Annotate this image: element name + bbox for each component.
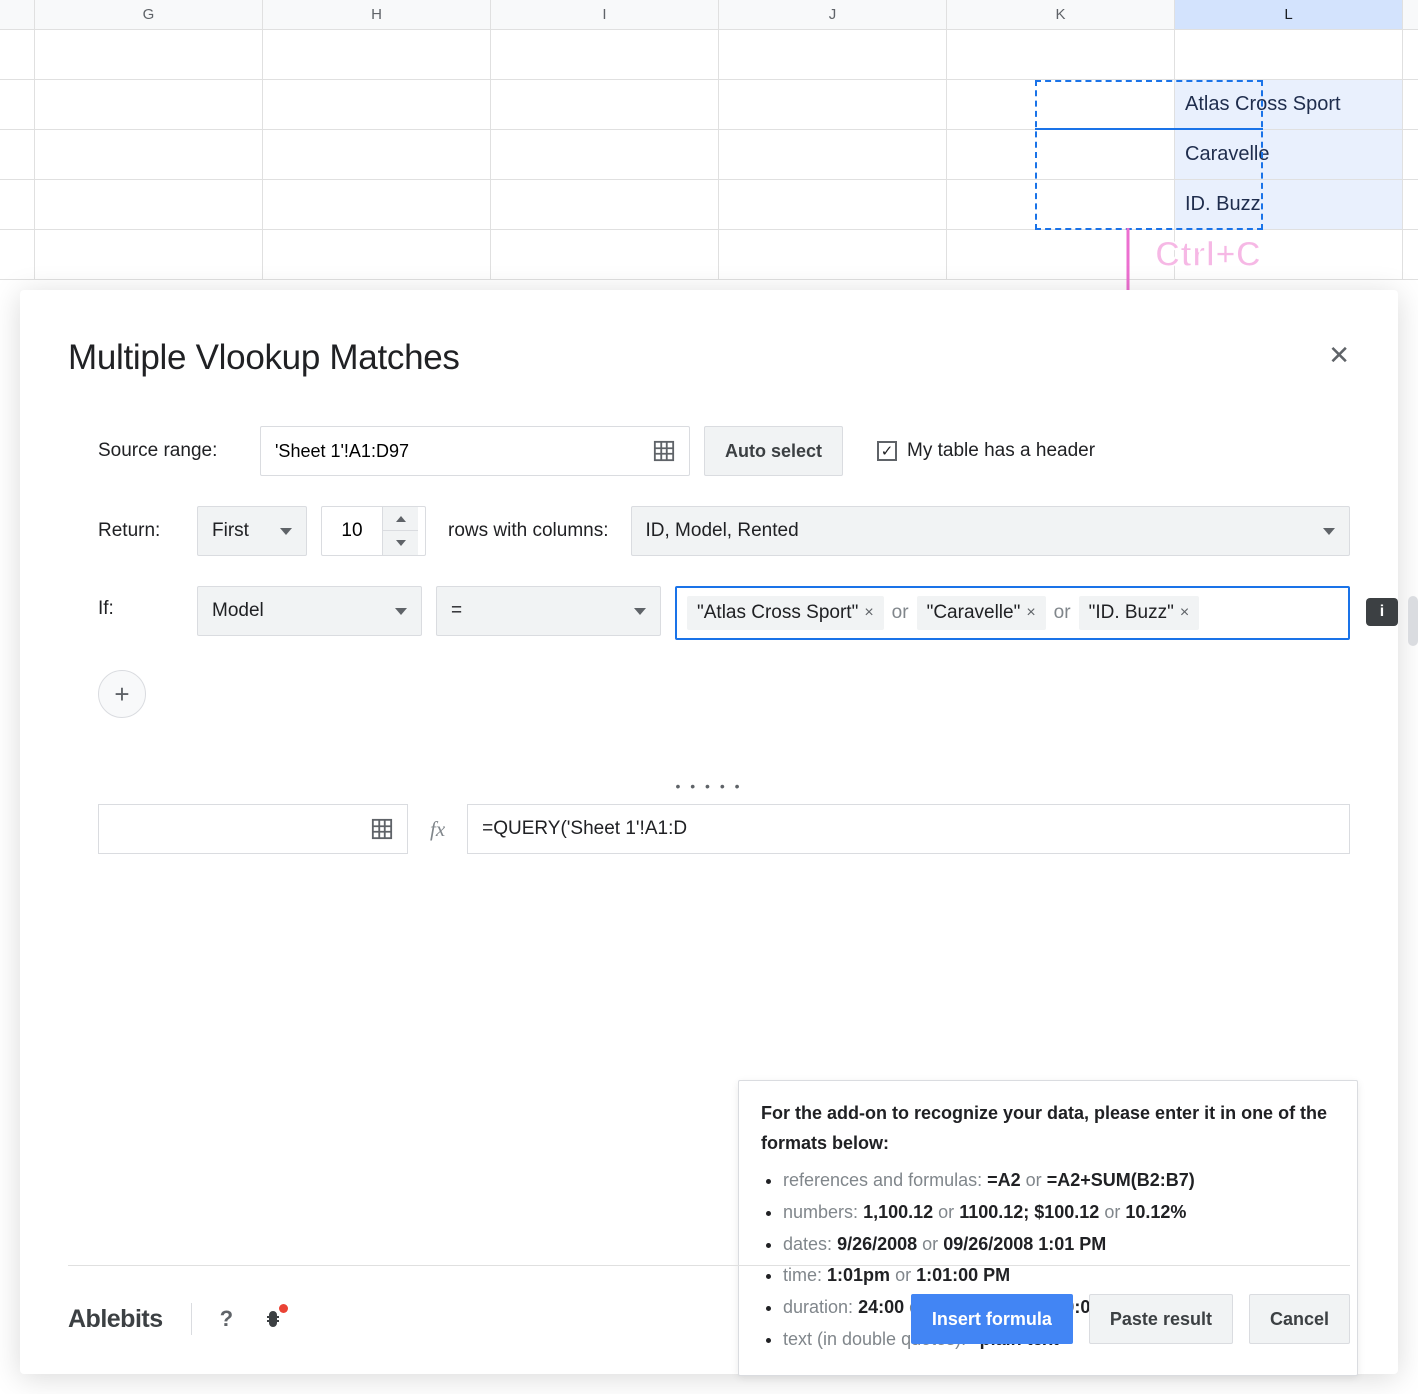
if-values-input[interactable]: "Atlas Cross Sport" × or "Caravelle" × o… [675,586,1350,640]
spreadsheet-grid: G H I J K L M Atlas Cross Sport Caravell… [0,0,1418,280]
cell-l2[interactable]: Atlas Cross Sport [1175,80,1403,129]
if-field-select[interactable]: Model [197,586,422,636]
or-separator: or [1054,602,1071,624]
header-checkbox[interactable]: ✓ My table has a header [877,440,1095,462]
row-3: Caravelle [0,130,1418,180]
column-headers: G H I J K L M [0,0,1418,30]
caret-down-icon [634,608,646,615]
if-label: If: [98,586,183,620]
col-header-j[interactable]: J [719,0,947,29]
add-condition-button[interactable]: + [98,670,146,718]
scrollbar-thumb[interactable] [1408,596,1418,646]
col-header-m[interactable]: M [1403,0,1418,29]
return-count-input[interactable] [322,520,382,542]
tag-caravelle: "Caravelle" × [917,596,1046,630]
return-count-spinner[interactable] [321,506,426,556]
tag-remove[interactable]: × [1026,604,1035,622]
row-5 [0,230,1418,280]
help-button[interactable]: ? [220,1306,233,1332]
row-2: Atlas Cross Sport [0,80,1418,130]
bug-report-button[interactable] [261,1307,285,1331]
vlookup-dialog: Multiple Vlookup Matches ✕ Source range:… [20,290,1398,1374]
return-label: Return: [98,520,183,542]
col-header-l[interactable]: L [1175,0,1403,29]
col-header-g[interactable]: G [35,0,263,29]
divider [191,1303,192,1335]
section-separator: • • • • • [68,778,1350,794]
auto-select-button[interactable]: Auto select [704,426,843,476]
row-4: ID. Buzz [0,180,1418,230]
rows-columns-label: rows with columns: [448,520,609,542]
tag-idbuzz: "ID. Buzz" × [1079,596,1200,630]
checkbox-icon: ✓ [877,441,897,461]
col-header-k[interactable]: K [947,0,1175,29]
row-header-spacer [0,0,35,29]
header-checkbox-label: My table has a header [907,440,1095,462]
spinner-down[interactable] [383,531,418,555]
info-icon[interactable]: i [1366,598,1398,626]
source-range-label: Source range: [98,440,246,462]
spinner-up[interactable] [383,507,418,531]
cancel-button[interactable]: Cancel [1249,1294,1350,1344]
caret-down-icon [395,608,407,615]
grid-picker-icon[interactable] [371,818,393,840]
if-operator-select[interactable]: = [436,586,661,636]
col-header-h[interactable]: H [263,0,491,29]
cell-l4[interactable]: ID. Buzz [1175,180,1403,229]
col-header-i[interactable]: I [491,0,719,29]
caret-down-icon [280,528,292,535]
tag-remove[interactable]: × [864,604,873,622]
fx-icon: fx [430,817,445,842]
insert-formula-button[interactable]: Insert formula [911,1294,1073,1344]
output-range-input[interactable] [98,804,408,854]
formula-preview[interactable]: =QUERY('Sheet 1'!A1:D [467,804,1350,854]
tag-remove[interactable]: × [1180,604,1189,622]
grid-picker-icon[interactable] [653,440,675,462]
source-range-input[interactable]: 'Sheet 1'!A1:D97 [260,426,690,476]
return-mode-select[interactable]: First [197,506,307,556]
columns-select[interactable]: ID, Model, Rented [631,506,1351,556]
close-button[interactable]: ✕ [1328,340,1350,371]
or-separator: or [892,602,909,624]
paste-result-button[interactable]: Paste result [1089,1294,1233,1344]
caret-down-icon [1323,528,1335,535]
row-1 [0,30,1418,80]
tooltip-intro: For the add-on to recognize your data, p… [761,1103,1327,1153]
tag-atlas: "Atlas Cross Sport" × [687,596,884,630]
notification-dot [279,1304,288,1313]
dialog-title: Multiple Vlookup Matches [68,338,1350,378]
brand-logo: Ablebits [68,1305,163,1334]
dialog-footer: Ablebits ? Insert formula Paste result C… [68,1265,1350,1344]
source-range-value: 'Sheet 1'!A1:D97 [275,441,409,462]
cell-l3[interactable]: Caravelle [1175,130,1403,179]
